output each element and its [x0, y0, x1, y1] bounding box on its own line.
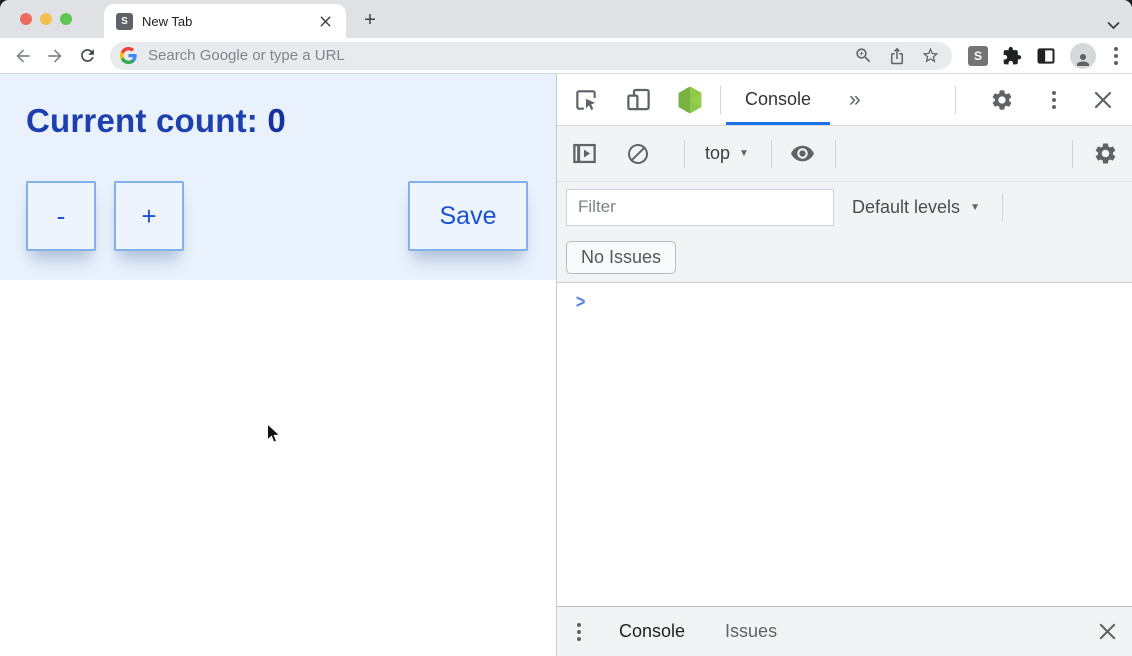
toolbar-extensions: S [968, 43, 1122, 69]
device-toolbar-icon[interactable] [625, 86, 652, 113]
address-input[interactable] [146, 46, 854, 65]
side-panel-icon[interactable] [1036, 46, 1056, 66]
browser-tab[interactable]: S New Tab [104, 4, 346, 38]
bookmark-star-icon[interactable] [921, 46, 940, 65]
tab-strip: S New Tab + [0, 0, 1132, 38]
counter-panel: Current count: 0 - + Save [0, 74, 556, 280]
zoom-in-icon[interactable] [854, 46, 873, 65]
tab-favicon: S [116, 13, 133, 30]
tab-console-label: Console [745, 89, 811, 110]
save-button[interactable]: Save [408, 181, 528, 251]
window-controls [0, 0, 86, 38]
inspect-element-icon[interactable] [573, 87, 599, 113]
counter-heading-label: Current count: [26, 102, 267, 139]
more-tabs-icon[interactable]: » [835, 88, 875, 112]
extension-s-icon[interactable]: S [968, 46, 988, 66]
share-icon[interactable] [888, 47, 906, 65]
close-window-button[interactable] [20, 13, 32, 25]
tab-close-icon[interactable] [316, 12, 334, 30]
live-expression-eye-icon[interactable] [790, 141, 815, 166]
drawer-tab-issues[interactable]: Issues [725, 621, 777, 642]
increment-button[interactable]: + [114, 181, 184, 251]
clear-console-icon[interactable] [626, 142, 650, 166]
forward-icon[interactable] [42, 43, 68, 69]
divider [684, 140, 685, 168]
context-label: top [705, 143, 730, 164]
tab-console[interactable]: Console [721, 74, 835, 125]
omnibox-actions [854, 46, 942, 65]
browser-toolbar: S [0, 38, 1132, 74]
devtools-drawer: Console Issues [557, 606, 1132, 656]
mouse-cursor-icon [266, 423, 282, 445]
web-page: Current count: 0 - + Save [0, 74, 556, 656]
drawer-tab-console[interactable]: Console [619, 621, 685, 642]
console-settings-gear-icon[interactable] [1093, 141, 1118, 166]
active-tab-underline [726, 122, 830, 125]
divider [1002, 193, 1003, 221]
counter-heading: Current count: 0 [0, 74, 556, 140]
devtools-panel: Console » [556, 74, 1132, 656]
console-filter-row: Default levels ▼ [557, 182, 1132, 232]
browser-window: S New Tab + [0, 0, 1132, 656]
drawer-close-icon[interactable] [1099, 623, 1116, 640]
log-levels-caret-icon: ▼ [970, 202, 980, 213]
devtools-controls [955, 86, 1118, 114]
log-levels-label: Default levels [852, 197, 960, 218]
decrement-button[interactable]: - [26, 181, 96, 251]
devtools-close-icon[interactable] [1094, 91, 1112, 109]
profile-avatar[interactable] [1070, 43, 1096, 69]
console-output-area[interactable]: > [557, 283, 1132, 606]
divider [1072, 140, 1073, 168]
drawer-menu-icon[interactable] [573, 619, 585, 645]
devtools-tab-bar: Console » [557, 74, 1132, 126]
reload-icon[interactable] [74, 43, 100, 69]
no-issues-button[interactable]: No Issues [566, 241, 676, 274]
divider [955, 86, 956, 114]
console-toolbar: top ▼ [557, 126, 1132, 182]
divider [835, 140, 836, 168]
content-area: Current count: 0 - + Save [0, 74, 1132, 656]
console-prompt-icon[interactable]: > [576, 292, 585, 314]
minimize-window-button[interactable] [40, 13, 52, 25]
console-filter-input[interactable] [566, 189, 834, 226]
issues-row: No Issues [557, 232, 1132, 283]
counter-value: 0 [267, 102, 286, 139]
log-levels-dropdown[interactable]: Default levels ▼ [852, 197, 980, 218]
extensions-puzzle-icon[interactable] [1002, 46, 1022, 66]
settings-gear-icon[interactable] [990, 88, 1014, 112]
nodejs-icon[interactable] [676, 85, 704, 115]
address-bar[interactable] [110, 42, 952, 70]
google-logo-icon [120, 47, 137, 64]
zoom-window-button[interactable] [60, 13, 72, 25]
context-caret-icon: ▼ [739, 148, 749, 159]
browser-menu-icon[interactable] [1110, 43, 1122, 69]
console-sidebar-icon[interactable] [571, 140, 598, 167]
back-icon[interactable] [10, 43, 36, 69]
devtools-menu-icon[interactable] [1048, 87, 1060, 113]
tab-search-chevron-icon[interactable] [1107, 21, 1120, 30]
new-tab-button[interactable]: + [356, 6, 384, 34]
tab-title: New Tab [142, 14, 192, 29]
divider [771, 140, 772, 168]
context-selector[interactable]: top ▼ [701, 143, 753, 164]
